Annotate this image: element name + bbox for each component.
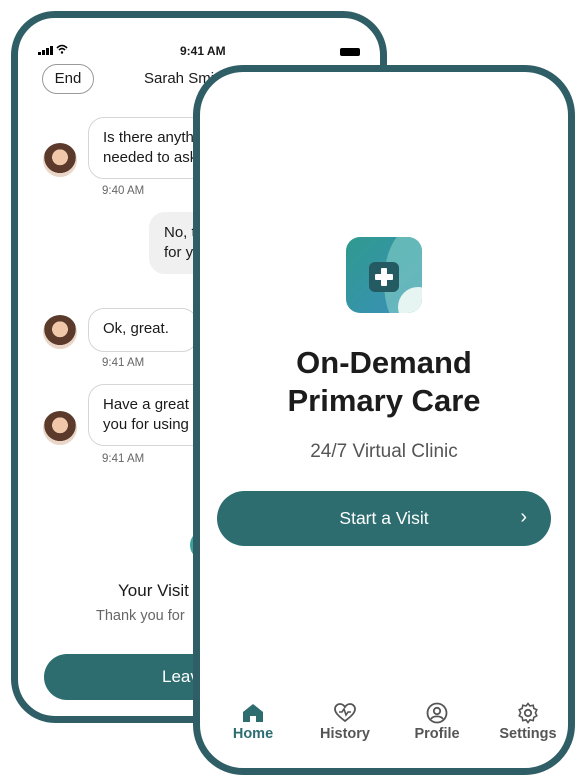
tab-home[interactable]: Home xyxy=(213,700,293,742)
gear-icon xyxy=(488,700,568,726)
start-visit-label: Start a Visit xyxy=(339,508,429,528)
page-subtitle: 24/7 Virtual Clinic xyxy=(310,441,458,462)
message-time: 9:40 AM xyxy=(102,185,145,197)
message-time: 9:41 AM xyxy=(102,357,145,369)
title-line: On-Demand xyxy=(296,345,472,380)
battery-icon xyxy=(340,48,360,56)
app-logo xyxy=(346,237,422,313)
heart-icon xyxy=(305,700,385,726)
medical-cross-icon xyxy=(369,262,399,292)
avatar xyxy=(43,143,77,177)
tab-label: Home xyxy=(232,726,274,742)
user-circle-icon xyxy=(397,700,477,726)
tab-label: History xyxy=(320,726,370,742)
message-bubble: Ok, great. xyxy=(88,308,198,352)
start-visit-button[interactable]: Start a Visit › xyxy=(217,491,551,546)
tab-label: Profile xyxy=(414,726,460,742)
status-time: 9:41 AM xyxy=(180,44,226,58)
visit-title: Your Visit xyxy=(118,581,189,600)
chevron-right-icon: › xyxy=(520,506,527,528)
page-title: On-Demand Primary Care xyxy=(200,344,568,420)
home-icon xyxy=(213,700,293,726)
tab-settings[interactable]: Settings xyxy=(488,700,568,742)
signal-icon xyxy=(38,46,53,55)
avatar xyxy=(43,315,77,349)
message-time: 9:41 AM xyxy=(102,453,145,465)
wifi-icon xyxy=(56,44,68,57)
status-bar: 9:41 AM xyxy=(18,42,380,62)
title-line: Primary Care xyxy=(287,383,481,418)
tab-history[interactable]: History xyxy=(305,700,385,742)
end-button[interactable]: End xyxy=(42,64,94,94)
tab-bar: Home History Profile Settings xyxy=(200,700,568,760)
avatar xyxy=(43,411,77,445)
front-phone: On-Demand Primary Care 24/7 Virtual Clin… xyxy=(193,65,575,775)
tab-profile[interactable]: Profile xyxy=(397,700,477,742)
tab-label: Settings xyxy=(499,726,557,742)
visit-subtitle: Thank you for xyxy=(96,608,185,624)
